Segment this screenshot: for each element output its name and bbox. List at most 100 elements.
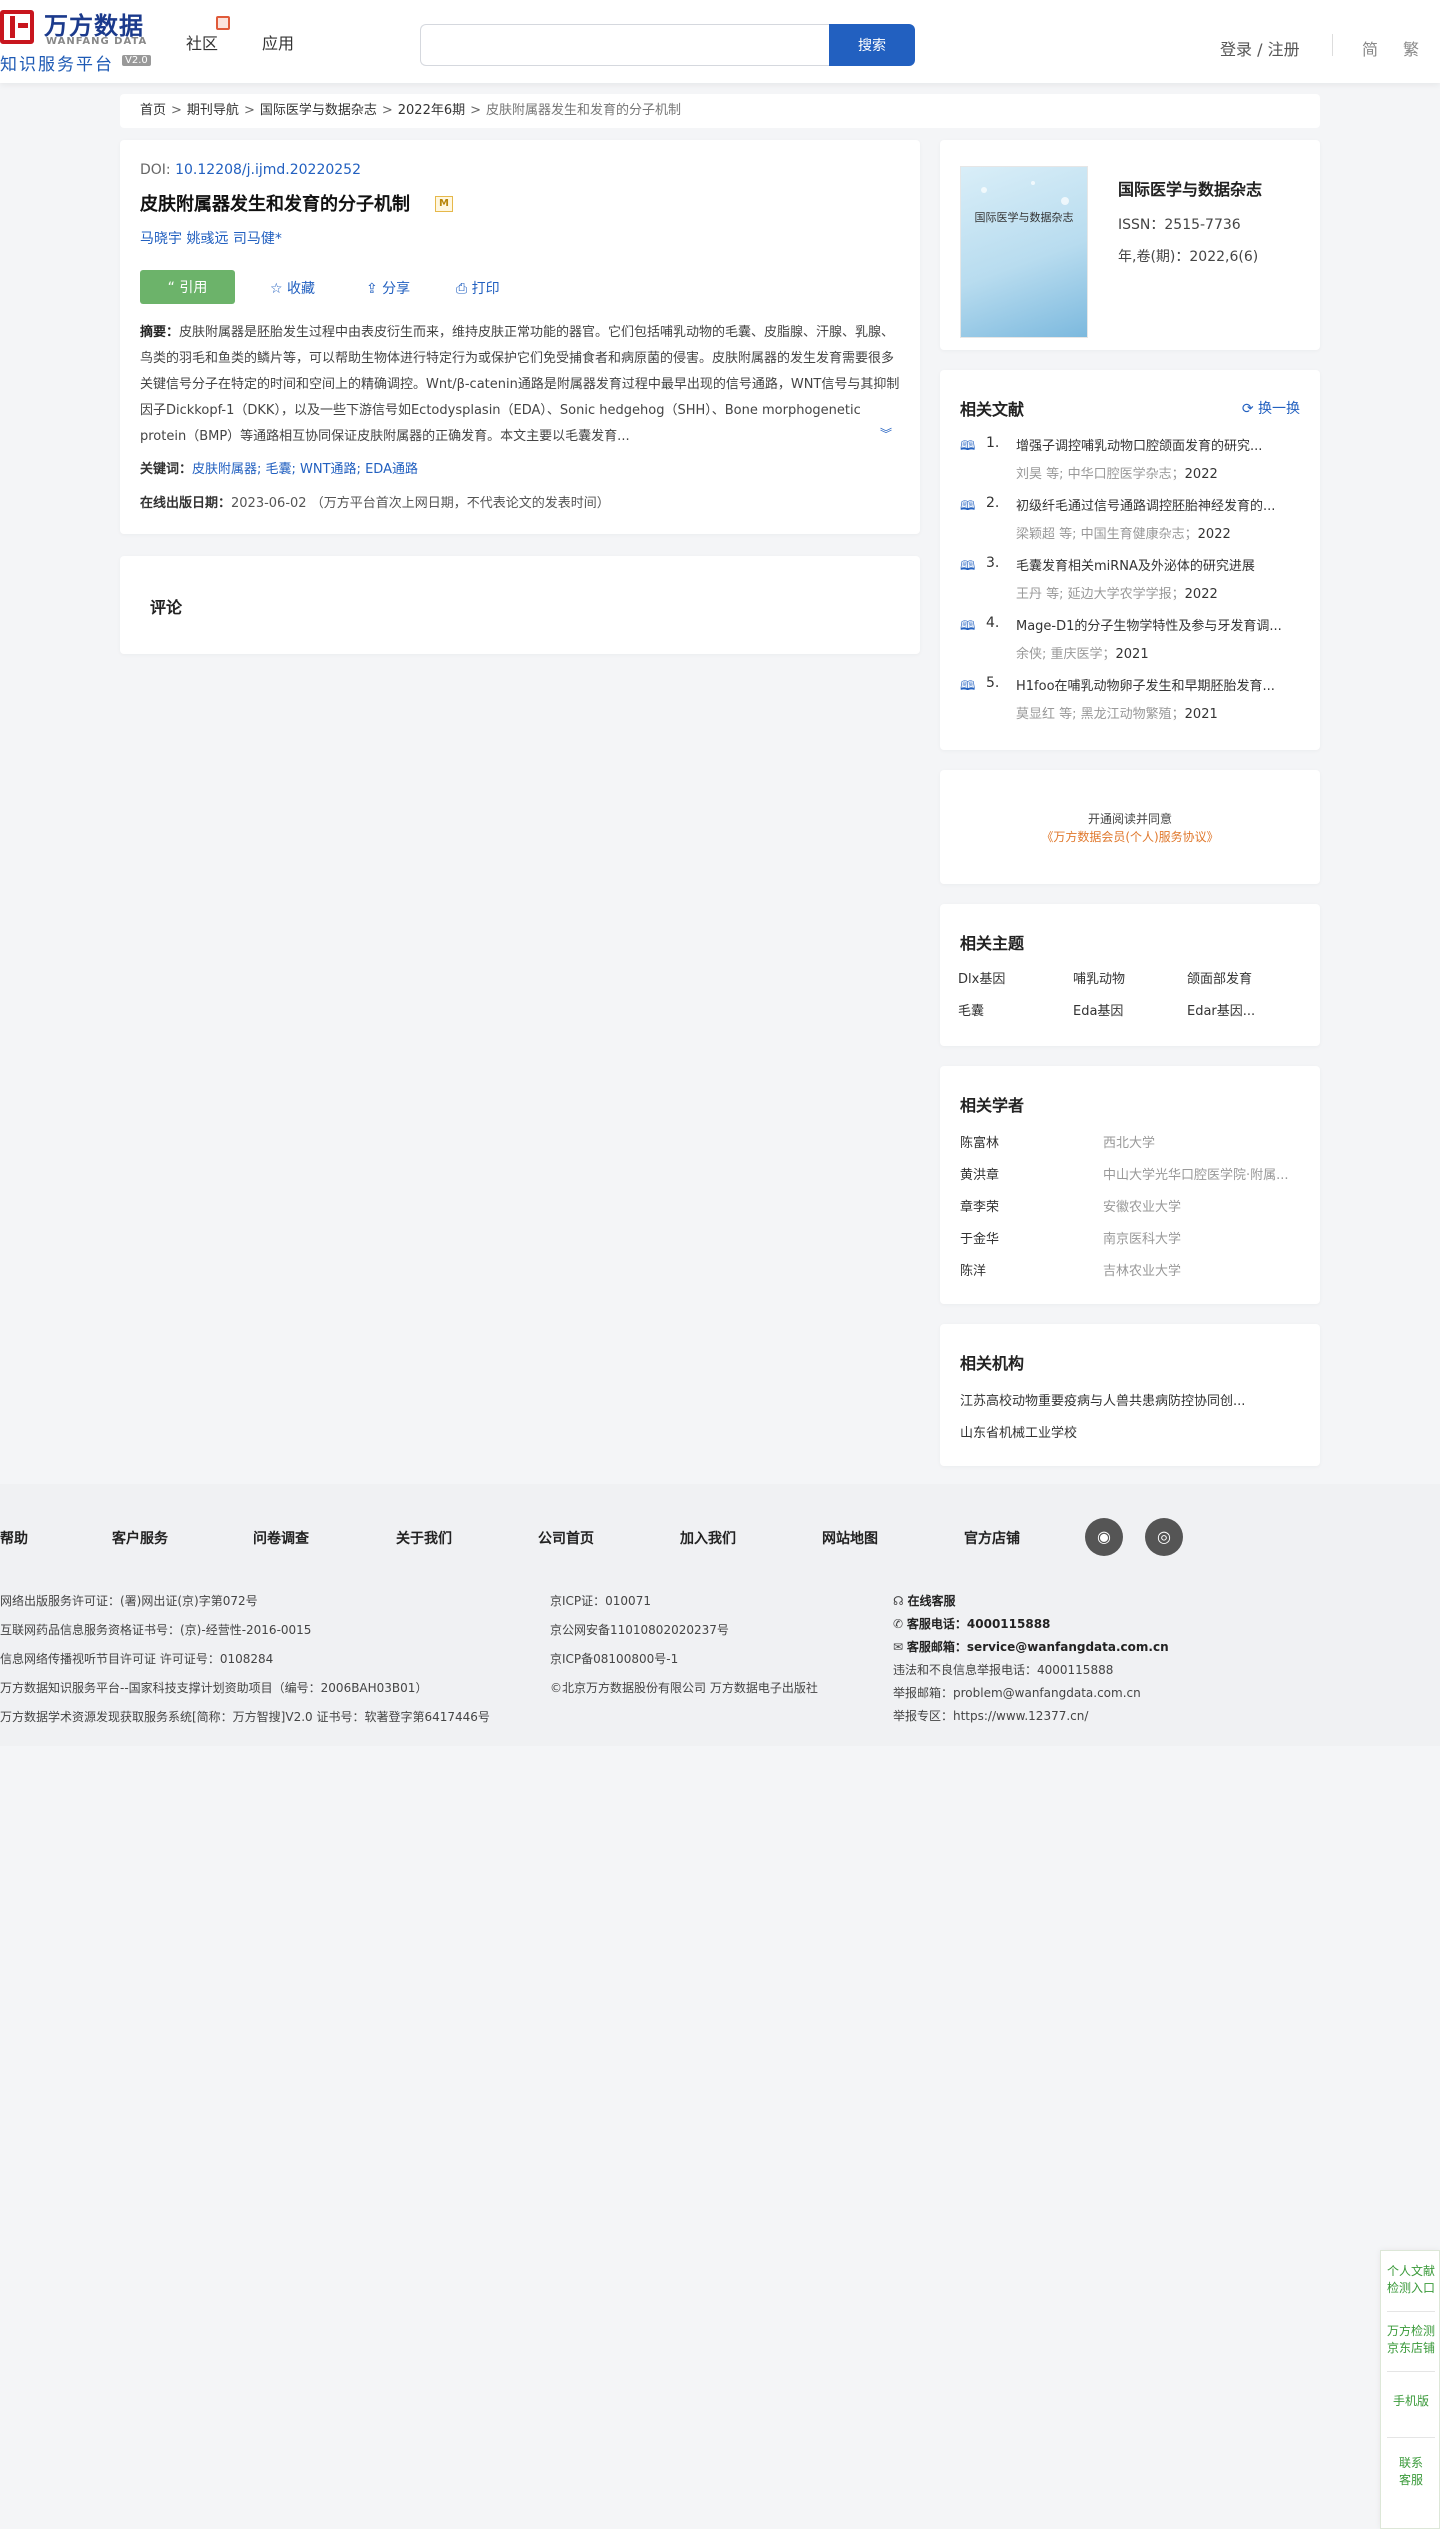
author-link[interactable]: 马晓宇 [140, 231, 182, 247]
search-button[interactable]: 搜索 [829, 24, 915, 66]
scholars-card: 相关学者 陈富林 西北大学 黄洪章 中山大学光华口腔医学院·附属... 章李荣 … [940, 1066, 1320, 1304]
float-personal-check[interactable]: 个人文献 检测入口 [1381, 2263, 1440, 2297]
doi-line: DOI: 10.12208/j.ijmd.20220252 [140, 162, 361, 178]
footer-report-email: 举报邮箱：problem@wanfangdata.com.cn [893, 1686, 1141, 1700]
pubdate-label: 在线出版日期： [140, 496, 232, 511]
doi-link[interactable]: 10.12208/j.ijmd.20220252 [175, 162, 361, 178]
journal-name[interactable]: 国际医学与数据杂志 [1118, 176, 1262, 200]
scholar-name[interactable]: 陈富林 [960, 1132, 999, 1151]
footer-license: 信息网络传播视听节目许可证 许可证号：0108284 [0, 1652, 274, 1666]
breadcrumb-home[interactable]: 首页 [140, 103, 166, 118]
refresh-icon: ⟳ [1241, 401, 1254, 417]
breadcrumb-sep: > [381, 103, 393, 118]
breadcrumb-issue[interactable]: 2022年6期 [398, 103, 465, 118]
institutions-card: 相关机构 江苏高校动物重要疫病与人兽共患病防控协同创... 山东省机械工业学校 [940, 1324, 1320, 1466]
print-button[interactable]: ⎙ 打印 [456, 278, 500, 298]
share-button[interactable]: ⇪ 分享 [366, 278, 410, 298]
related-doc-year: 2021 [1115, 647, 1149, 662]
footer-link-survey[interactable]: 问卷调查 [253, 1528, 309, 1548]
related-doc-authors: 王丹 等; 延边大学农学学报； [1016, 587, 1185, 602]
scholars-title: 相关学者 [960, 1096, 1025, 1115]
footer-link-store[interactable]: 官方店铺 [964, 1528, 1020, 1548]
scholar-name[interactable]: 于金华 [960, 1228, 999, 1247]
author-link[interactable]: 司马健* [233, 231, 282, 247]
scholar-name[interactable]: 黄洪章 [960, 1164, 999, 1183]
collect-button[interactable]: ☆ 收藏 [270, 278, 315, 298]
expand-abstract-icon[interactable]: ︾ [880, 425, 893, 442]
scholar-org[interactable]: 南京医科大学 [1103, 1228, 1303, 1247]
related-doc-title[interactable]: Mage-D1的分子生物学特性及参与牙发育调... [1016, 615, 1306, 634]
mail-icon: ✉ [893, 1640, 904, 1654]
related-doc-authors: 余侠; 重庆医学； [1016, 647, 1116, 662]
book-icon: 🕮 [960, 439, 976, 454]
lang-traditional[interactable]: 繁 [1403, 36, 1419, 60]
float-divider [1387, 2371, 1435, 2372]
float-mobile[interactable]: 手机版 [1381, 2393, 1440, 2410]
weibo-icon[interactable]: ◉ [1085, 1518, 1123, 1556]
footer-link-service[interactable]: 客户服务 [112, 1528, 168, 1548]
related-doc-title[interactable]: 初级纤毛通过信号通路调控胚胎神经发育的... [1016, 495, 1306, 514]
breadcrumb-current: 皮肤附属器发生和发育的分子机制 [486, 103, 682, 118]
related-doc-authors: 莫显红 等; 黑龙江动物繁殖； [1016, 707, 1185, 722]
footer-link-about[interactable]: 关于我们 [396, 1528, 452, 1548]
footer-phone: ✆ 客服电话：4000115888 [893, 1615, 1050, 1632]
floating-side-panel: 个人文献 检测入口 万方检测 京东店铺 手机版 联系 客服 [1380, 2250, 1440, 2529]
institutions-title: 相关机构 [960, 1354, 1025, 1373]
topic-tag[interactable]: 哺乳动物 [1073, 968, 1125, 987]
footer-link-help[interactable]: 帮助 [0, 1528, 28, 1548]
keywords[interactable]: 皮肤附属器; 毛囊; WNT通路; EDA通路 [192, 462, 418, 477]
footer-link-home[interactable]: 公司首页 [538, 1528, 594, 1548]
topic-tag[interactable]: Eda基因 [1073, 1000, 1123, 1019]
topic-tag[interactable]: Dlx基因 [958, 968, 1005, 987]
related-doc-meta: 刘昊 等; 中华口腔医学杂志；2022 [1016, 463, 1218, 482]
topic-tag[interactable]: 颌面部发育 [1187, 968, 1252, 987]
doi-label: DOI: [140, 162, 171, 178]
topic-tag[interactable]: Edar基因... [1187, 1000, 1255, 1019]
related-docs-title: 相关文献 [960, 400, 1025, 419]
related-doc-title[interactable]: 增强子调控哺乳动物口腔颌面发育的研究... [1016, 435, 1306, 454]
nav-apps[interactable]: 应用 [262, 30, 294, 54]
related-doc-title[interactable]: 毛囊发育相关miRNA及外泌体的研究进展 [1016, 555, 1306, 574]
online-service-link[interactable]: ☊ 在线客服 [893, 1592, 956, 1609]
book-icon: 🕮 [960, 619, 976, 634]
service-agreement-link[interactable]: 《万方数据会员(个人)服务协议》 [940, 828, 1320, 845]
footer-license: 网络出版服务许可证：(署)网出证(京)字第072号 [0, 1594, 258, 1608]
related-doc-meta: 王丹 等; 延边大学农学学报；2022 [1016, 583, 1218, 602]
login-register-link[interactable]: 登录 / 注册 [1220, 36, 1300, 60]
breadcrumb-journal[interactable]: 国际医学与数据杂志 [260, 103, 377, 118]
cite-button[interactable]: “ 引用 [140, 270, 235, 304]
pubdate-value: 2023-06-02 （万方平台首次上网日期，不代表论文的发表时间） [231, 496, 610, 511]
related-doc-num: 4. [986, 615, 1000, 631]
footer-link-join[interactable]: 加入我们 [680, 1528, 736, 1548]
comment-card: 评论 [120, 556, 920, 654]
scholar-org[interactable]: 吉林农业大学 [1103, 1260, 1303, 1279]
breadcrumb: 首页 > 期刊导航 > 国际医学与数据杂志 >2022年6期 > 皮肤附属器发生和发育的分子机… [120, 94, 1320, 128]
journal-cover[interactable]: 国际医学与数据杂志 [960, 166, 1088, 338]
footer-link-sitemap[interactable]: 网站地图 [822, 1528, 878, 1548]
scholar-org[interactable]: 中山大学光华口腔医学院·附属... [1103, 1164, 1303, 1183]
related-doc-authors: 刘昊 等; 中华口腔医学杂志； [1016, 467, 1185, 482]
float-jd-store[interactable]: 万方检测 京东店铺 [1381, 2323, 1440, 2357]
wechat-icon[interactable]: ◎ [1145, 1518, 1183, 1556]
wanfang-logo[interactable]: 万方数据 WANFANG DATA 知识服务平台 V2.0 [0, 6, 160, 75]
swap-button[interactable]: ⟳ 换一换 [1242, 398, 1300, 418]
related-doc-title[interactable]: H1foo在哺乳动物卵子发生和早期胚胎发育... [1016, 675, 1306, 694]
institution-link[interactable]: 山东省机械工业学校 [960, 1422, 1280, 1441]
float-contact[interactable]: 联系 客服 [1381, 2455, 1440, 2489]
nav-community[interactable]: 社区 [186, 30, 218, 54]
logo-mark-icon [0, 10, 34, 44]
scholar-org[interactable]: 西北大学 [1103, 1132, 1303, 1151]
scholar-name[interactable]: 章李荣 [960, 1196, 999, 1215]
community-badge-icon [216, 16, 230, 30]
book-icon: 🕮 [960, 559, 976, 574]
search-input[interactable] [420, 24, 830, 66]
author-link[interactable]: 姚彧远 [186, 231, 228, 247]
scholar-name[interactable]: 陈洋 [960, 1260, 986, 1279]
topic-tag[interactable]: 毛囊 [958, 1000, 984, 1019]
institution-link[interactable]: 江苏高校动物重要疫病与人兽共患病防控协同创... [960, 1390, 1280, 1409]
footer-icp: 京ICP备08100800号-1 [550, 1652, 679, 1666]
related-doc-num: 1. [986, 435, 1000, 451]
scholar-org[interactable]: 安徽农业大学 [1103, 1196, 1303, 1215]
breadcrumb-journal-nav[interactable]: 期刊导航 [187, 103, 239, 118]
lang-simplified[interactable]: 简 [1362, 36, 1378, 60]
